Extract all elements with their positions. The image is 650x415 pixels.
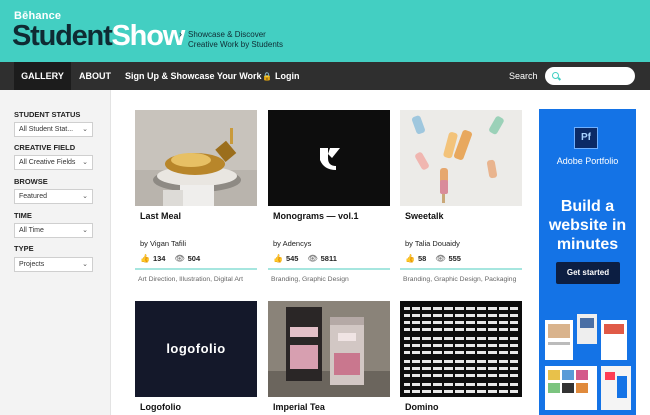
project-thumbnail[interactable] <box>400 110 522 206</box>
filter-time-select[interactable]: All Time ⌄ <box>14 223 93 238</box>
project-title[interactable]: Imperial Tea <box>273 402 325 412</box>
filter-label-creative-field: CREATIVE FIELD <box>14 143 76 152</box>
project-title[interactable]: Sweetalk <box>405 211 444 221</box>
project-stats: 👍 134 👁 504 <box>140 254 200 263</box>
logo-student-text: Student <box>12 20 113 52</box>
project-stats: 👍 58 👁 555 <box>405 254 461 263</box>
project-stats: 👍 545 👁 5811 <box>273 254 337 263</box>
project-author[interactable]: by Talia Douaidy <box>405 239 460 248</box>
filter-label-type: TYPE <box>14 244 34 253</box>
project-title[interactable]: Monograms — vol.1 <box>273 211 359 221</box>
project-thumbnail[interactable] <box>268 110 390 206</box>
filter-time-value: All Time <box>19 227 44 234</box>
view-count: 555 <box>448 254 461 263</box>
ad-brand: Adobe Portfolio <box>556 156 619 166</box>
filter-creative-field-select[interactable]: All Creative Fields ⌄ <box>14 155 93 170</box>
card-divider <box>135 268 257 270</box>
get-started-button[interactable]: Get started <box>556 262 620 284</box>
logo-show-text: Show <box>111 20 186 52</box>
card-divider <box>268 268 390 270</box>
project-fields: Branding, Graphic Design, Packaging <box>403 276 517 283</box>
tagline: › Showcase & Discover Creative Work by S… <box>179 29 284 50</box>
nav-login-label: Login <box>274 71 300 81</box>
project-title[interactable]: Logofolio <box>140 402 181 412</box>
filter-type-select[interactable]: Projects ⌄ <box>14 257 93 272</box>
like-count: 134 <box>152 254 166 263</box>
project-thumbnail[interactable] <box>268 301 390 397</box>
chevron-down-icon: ⌄ <box>82 126 88 133</box>
filter-browse-value: Featured <box>19 193 48 200</box>
project-author[interactable]: by Vigan Tafili <box>140 239 186 248</box>
chevron-down-icon: ⌄ <box>82 261 88 268</box>
thumbs-up-icon: 👍 <box>273 254 283 263</box>
adobe-portfolio-ad[interactable]: Pf Adobe Portfolio Build a website in mi… <box>539 109 636 415</box>
project-title[interactable]: Last Meal <box>140 211 181 221</box>
ad-collage-image <box>539 314 636 415</box>
like-count: 545 <box>285 254 299 263</box>
filter-label-student-status: STUDENT STATUS <box>14 110 81 119</box>
view-count: 5811 <box>320 254 337 263</box>
chevron-down-icon: ⌄ <box>82 159 88 166</box>
site-header: Bēhance StudentShow › Showcase & Discove… <box>0 0 650 62</box>
project-title[interactable]: Domino <box>405 402 439 412</box>
search-label: Search <box>509 71 538 81</box>
lock-icon: 🔒 <box>262 72 272 81</box>
project-author[interactable]: by Adencys <box>273 239 311 248</box>
chevron-down-icon: ⌄ <box>82 227 88 234</box>
thumbs-up-icon: 👍 <box>140 254 150 263</box>
filter-type-value: Projects <box>19 261 45 268</box>
eye-icon: 👁 <box>174 254 185 263</box>
eye-icon: 👁 <box>435 254 446 263</box>
like-count: 58 <box>417 254 427 263</box>
filter-label-time: TIME <box>14 211 32 220</box>
filter-label-browse: BROWSE <box>14 177 48 186</box>
view-count: 504 <box>187 254 201 263</box>
nav-login[interactable]: 🔒 Login <box>262 62 299 90</box>
project-thumbnail[interactable] <box>135 110 257 206</box>
project-fields: Branding, Graphic Design <box>271 276 349 283</box>
eye-icon: 👁 <box>307 254 318 263</box>
thumbs-up-icon: 👍 <box>405 254 415 263</box>
tagline-line-1: Showcase & Discover <box>188 30 266 39</box>
nav-signup[interactable]: Sign Up & Showcase Your Work <box>125 62 262 90</box>
filter-browse-select[interactable]: Featured ⌄ <box>14 189 93 204</box>
filter-student-status-select[interactable]: All Student Stat... ⌄ <box>14 122 93 137</box>
tagline-line-2: Creative Work by Students <box>188 40 284 49</box>
filter-student-status-value: All Student Stat... <box>19 126 74 133</box>
nav-gallery[interactable]: GALLERY <box>14 62 71 90</box>
project-thumbnail[interactable] <box>400 301 522 397</box>
filter-creative-field-value: All Creative Fields <box>19 159 76 166</box>
project-fields: Art Direction, Illustration, Digital Art <box>138 276 244 283</box>
logofolio-wordmark: logofolio <box>166 341 226 356</box>
nav-about[interactable]: ABOUT <box>79 62 111 90</box>
project-thumbnail[interactable]: logofolio <box>135 301 257 397</box>
studentshow-logo[interactable]: StudentShow <box>12 20 186 52</box>
portfolio-logo: Pf <box>574 127 598 149</box>
chevron-right-icon: › <box>179 29 182 39</box>
chevron-down-icon: ⌄ <box>82 193 88 200</box>
card-divider <box>400 268 522 270</box>
search-icon <box>552 72 559 79</box>
ad-headline: Build a website in minutes <box>548 198 627 253</box>
